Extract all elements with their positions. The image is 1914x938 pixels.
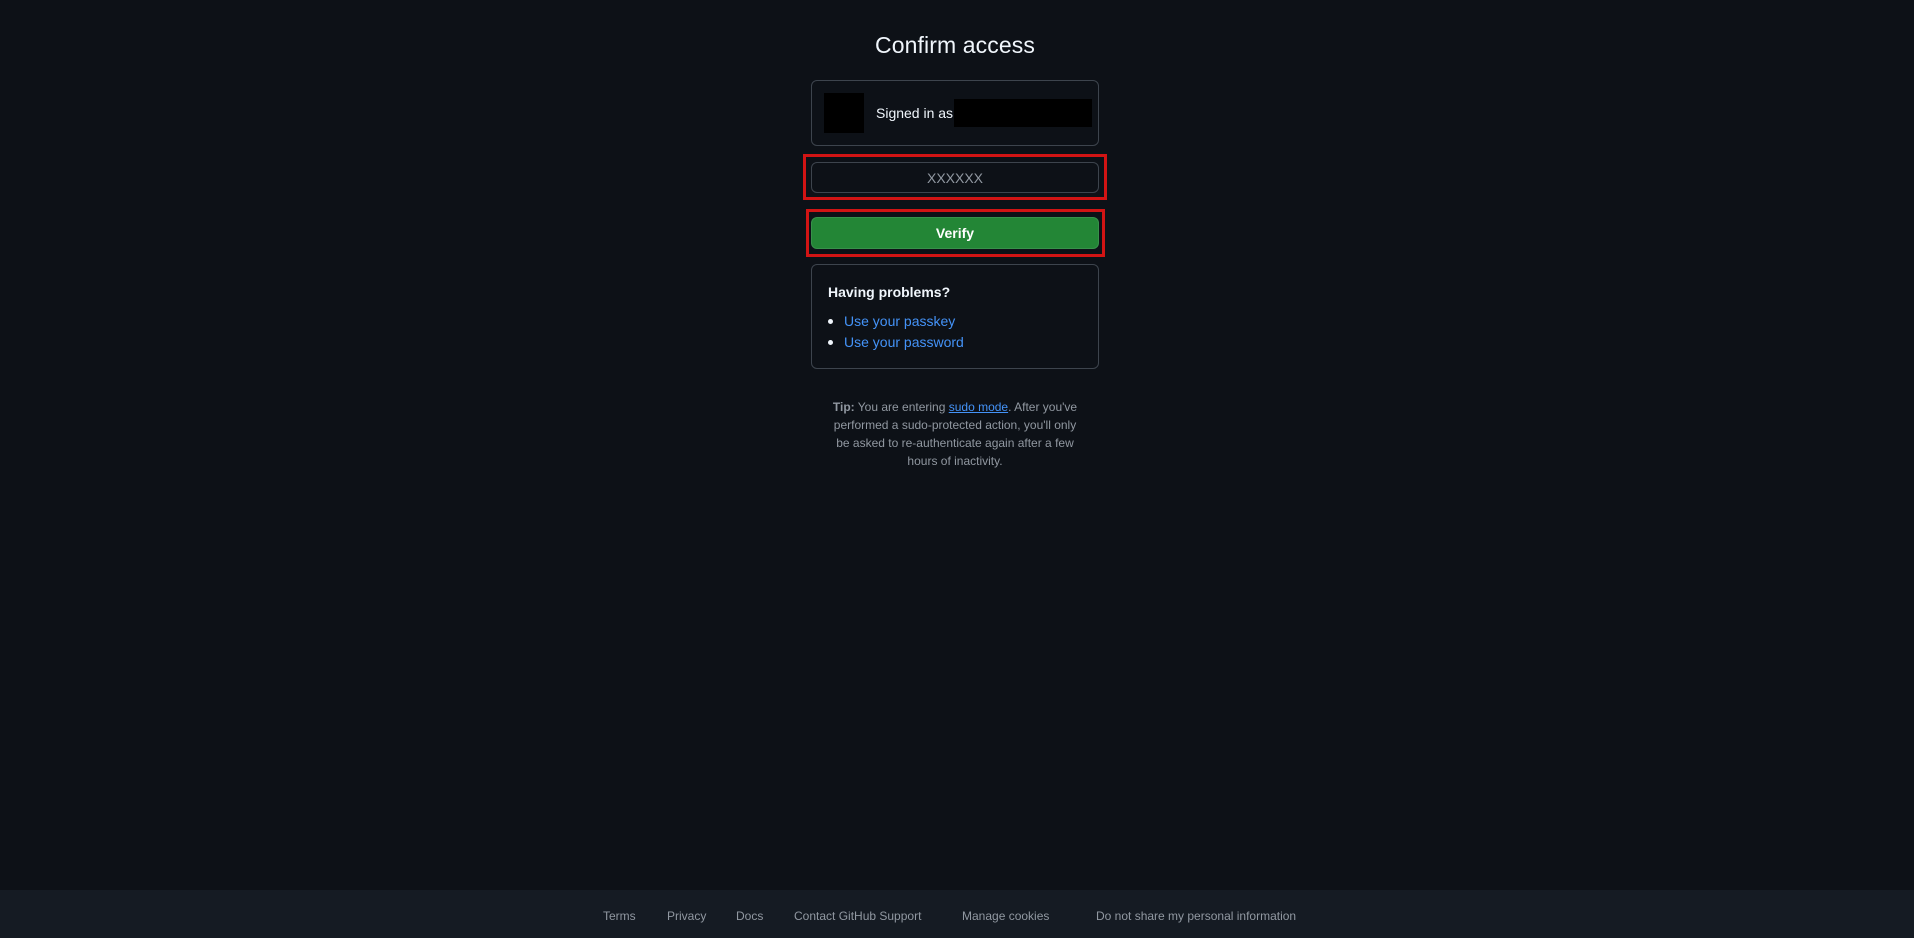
use-password-link[interactable]: Use your password — [844, 334, 964, 350]
verify-button[interactable]: Verify — [811, 217, 1099, 249]
having-problems-box: Having problems? Use your passkey Use yo… — [811, 264, 1099, 369]
use-passkey-link[interactable]: Use your passkey — [844, 313, 955, 329]
alternative-methods-list: Use your passkey Use your password — [812, 313, 964, 355]
footer-link-do-not-share[interactable]: Do not share my personal information — [1096, 909, 1296, 923]
tip-prefix: Tip: — [832, 400, 855, 414]
footer-link-manage-cookies[interactable]: Manage cookies — [962, 909, 1049, 923]
footer-link-privacy[interactable]: Privacy — [667, 909, 706, 923]
list-item: Use your password — [812, 334, 964, 355]
confirm-access-page: Confirm access Signed in as Verify Havin… — [0, 0, 1914, 938]
footer-link-terms[interactable]: Terms — [603, 909, 636, 923]
bullet-icon — [828, 319, 833, 324]
sudo-tip: Tip: You are entering sudo mode. After y… — [827, 398, 1083, 470]
footer-link-contact-support[interactable]: Contact GitHub Support — [794, 909, 921, 923]
bullet-icon — [828, 340, 833, 345]
footer-links: Terms Privacy Docs Contact GitHub Suppor… — [0, 890, 1914, 938]
footer: Terms Privacy Docs Contact GitHub Suppor… — [0, 890, 1914, 938]
otp-code-input[interactable] — [811, 162, 1099, 193]
having-problems-heading: Having problems? — [828, 284, 951, 300]
tip-text-before: You are entering — [854, 400, 949, 414]
signed-in-card: Signed in as — [811, 80, 1099, 146]
page-title: Confirm access — [875, 32, 1035, 58]
avatar — [824, 93, 864, 133]
redacted-username — [954, 99, 1092, 127]
sudo-mode-link[interactable]: sudo mode — [949, 400, 1008, 414]
footer-link-docs[interactable]: Docs — [736, 909, 763, 923]
signed-in-label: Signed in as — [876, 105, 954, 121]
list-item: Use your passkey — [812, 313, 964, 334]
